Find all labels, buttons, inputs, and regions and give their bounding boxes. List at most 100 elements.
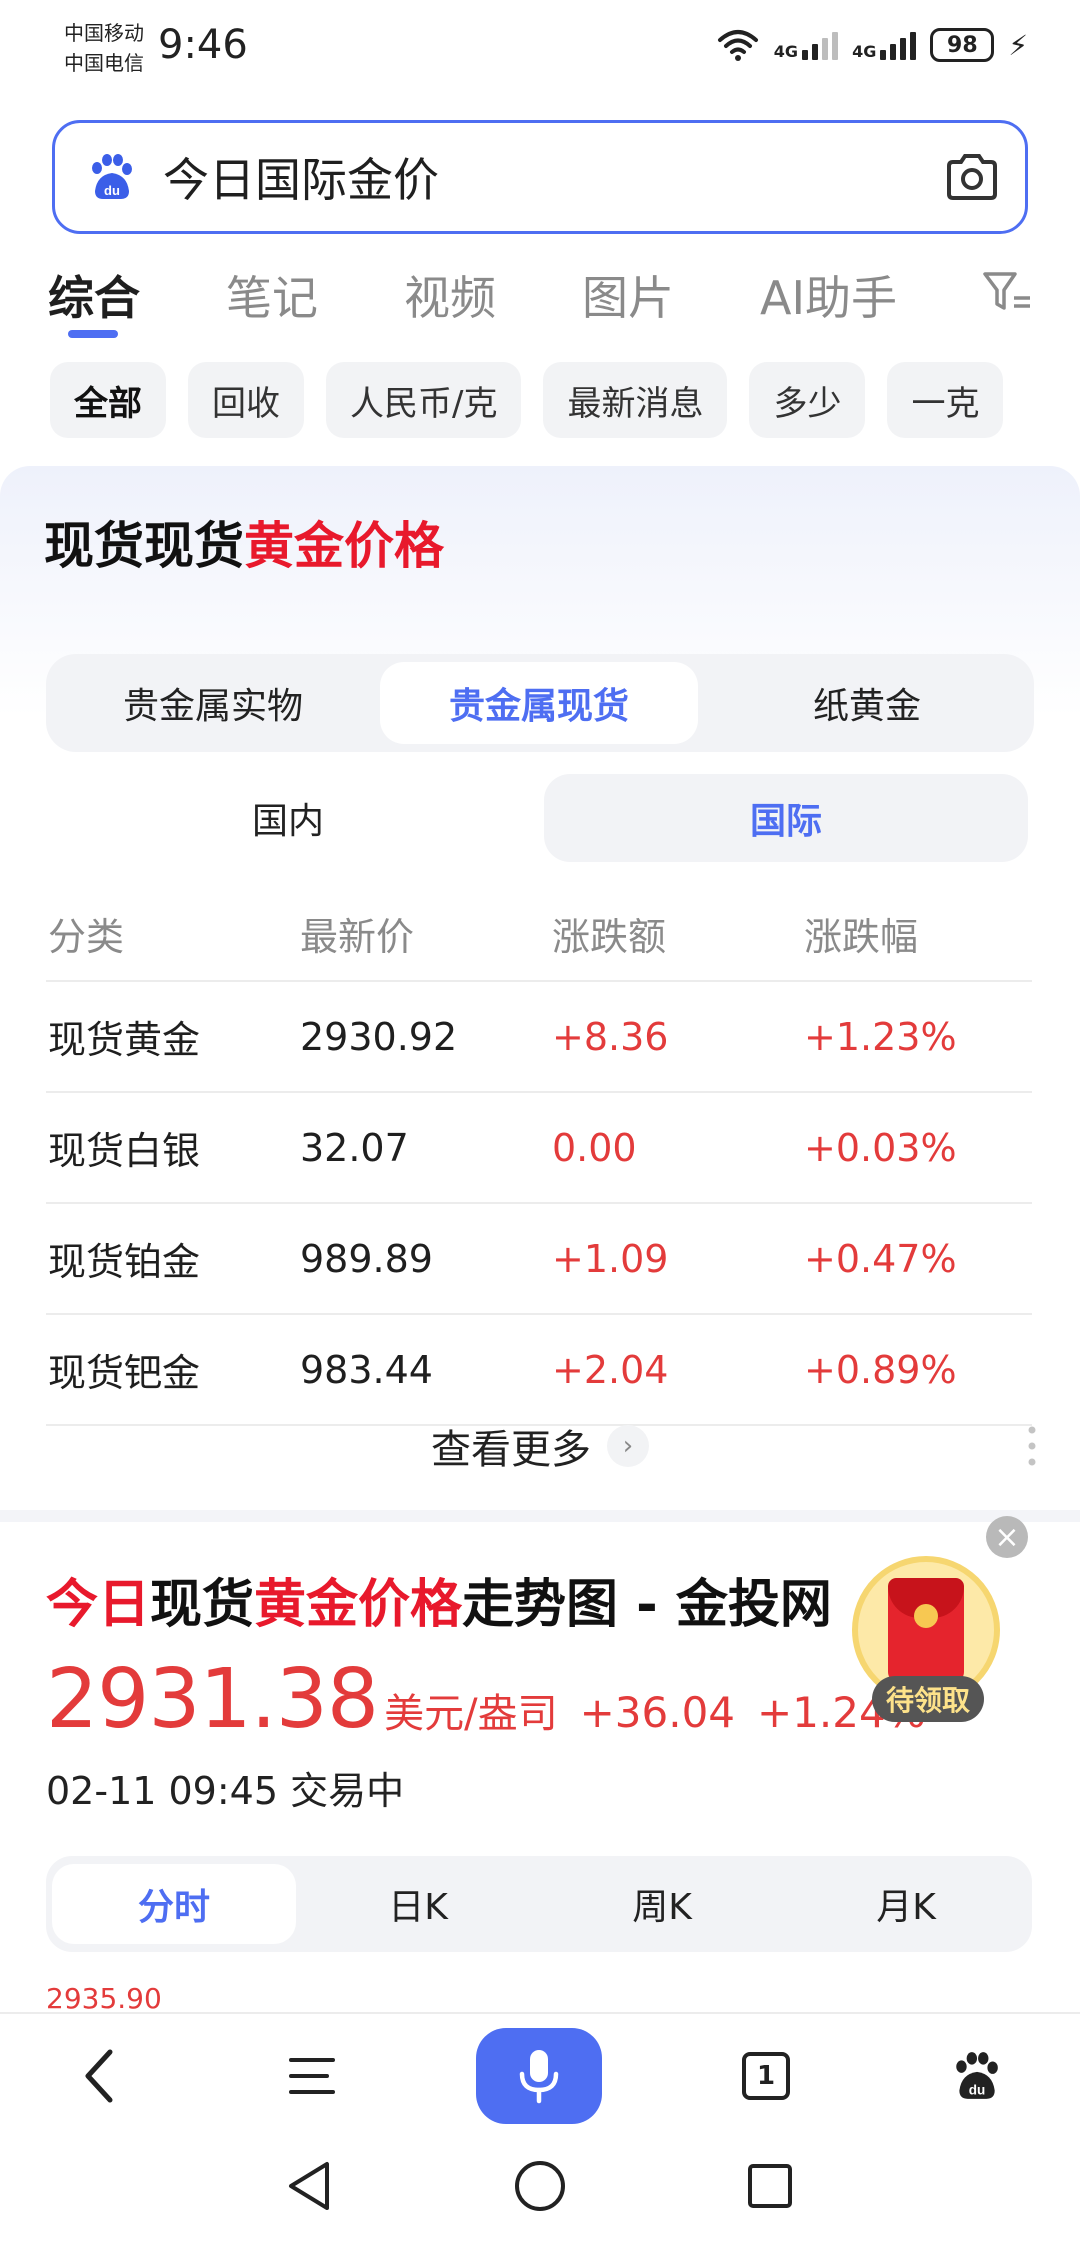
signal-group-2: 4G — [852, 30, 917, 61]
card-title-highlight: 黄金价格 — [244, 517, 444, 575]
region-segment: 国内 国际 — [46, 774, 1028, 862]
tab-count: 1 — [742, 2052, 790, 2100]
carrier-2: 中国电信 — [64, 51, 144, 75]
chip-全部[interactable]: 全部 — [50, 362, 166, 438]
result-title-link[interactable]: 今日现货黄金价格走势图 - 金投网 — [46, 1562, 832, 1637]
row-change: +2.04 — [552, 1347, 669, 1392]
chart-tab-monthly[interactable]: 月K — [784, 1864, 1028, 1944]
chart-tab-daily[interactable]: 日K — [296, 1864, 540, 1944]
row-change: +1.09 — [552, 1236, 669, 1281]
search-box[interactable]: du 今日国际金价 — [52, 120, 1028, 234]
circle-home-icon — [515, 2161, 565, 2211]
chart-tab-weekly[interactable]: 周K — [540, 1864, 784, 1944]
chart-max-label: 2935.90 — [46, 1982, 162, 2015]
segment-physical[interactable]: 贵金属实物 — [54, 662, 372, 744]
network-label-1: 4G — [773, 42, 799, 61]
carrier-labels: 中国移动 中国电信 — [64, 18, 144, 78]
signal-bars-2-icon — [880, 30, 917, 60]
system-home-button[interactable] — [510, 2156, 570, 2216]
gold-price-card: 现货现货黄金价格 贵金属实物 贵金属现货 纸黄金 国内 国际 分类 最新价 涨跌… — [0, 466, 1080, 1512]
tab-ai-assistant[interactable]: AI助手 — [760, 262, 897, 328]
title-seg-1: 今日 — [46, 1575, 151, 1635]
tab-综合[interactable]: 综合 — [48, 262, 140, 328]
table-row[interactable]: 现货白银 32.07 0.00 +0.03% — [46, 1093, 1032, 1204]
baidu-home-button[interactable]: du — [936, 2036, 1016, 2116]
menu-icon — [289, 2058, 335, 2094]
title-seg-3: 黄金价格 — [254, 1575, 463, 1635]
system-recents-button[interactable] — [740, 2156, 800, 2216]
header-change-pct: 涨跌幅 — [804, 914, 919, 959]
system-navigation — [0, 2132, 1080, 2244]
card-title-prefix: 现货现货 — [44, 517, 244, 575]
chip-回收[interactable]: 回收 — [188, 362, 304, 438]
chip-人民币每克[interactable]: 人民币/克 — [326, 362, 522, 438]
row-price: 32.07 — [300, 1125, 409, 1170]
price-change: +36.04 — [579, 1688, 736, 1737]
row-change-pct: +0.47% — [804, 1236, 957, 1281]
back-button[interactable] — [60, 2036, 140, 2116]
red-packet-label: 待领取 — [872, 1676, 984, 1722]
segment-spot[interactable]: 贵金属现货 — [380, 662, 698, 744]
trade-status: 02-11 09:45 交易中 — [46, 1769, 405, 1813]
section-divider — [0, 1510, 1080, 1522]
row-change: +8.36 — [552, 1014, 669, 1059]
view-more-button[interactable]: 查看更多 › — [0, 1416, 1080, 1476]
close-icon[interactable]: × — [986, 1516, 1028, 1558]
table-row[interactable]: 现货钯金 983.44 +2.04 +0.89% — [46, 1315, 1032, 1426]
status-bar: 中国移动 中国电信 9:46 4G 4G 98 ⚡ — [0, 0, 1080, 110]
price-summary: 2931.38 美元/盎司 +36.04 +1.24% — [46, 1652, 926, 1747]
bottom-navigation: 1 du — [0, 2012, 1080, 2132]
camera-icon[interactable] — [945, 152, 999, 202]
chart-period-segment: 分时 日K 周K 月K — [46, 1856, 1032, 1952]
segment-paper-gold[interactable]: 纸黄金 — [708, 662, 1026, 744]
system-back-button[interactable] — [280, 2156, 340, 2216]
filter-icon[interactable] — [982, 270, 1032, 314]
header-change: 涨跌额 — [552, 914, 667, 959]
tabs-switcher-button[interactable]: 1 — [726, 2036, 806, 2116]
square-recents-icon — [748, 2164, 792, 2208]
network-label-2: 4G — [852, 42, 877, 61]
region-domestic[interactable]: 国内 — [46, 774, 530, 862]
voice-search-button[interactable] — [476, 2028, 602, 2124]
title-seg-4: 走势图 - 金投网 — [462, 1575, 832, 1635]
signal-bars-1-icon — [802, 30, 839, 60]
baidu-paw-icon: du — [92, 154, 132, 199]
red-envelope-seal — [914, 1604, 938, 1628]
battery-indicator: 98 — [930, 28, 995, 62]
more-options-icon[interactable] — [1028, 1426, 1036, 1466]
table-row[interactable]: 现货铂金 989.89 +1.09 +0.47% — [46, 1204, 1032, 1315]
tab-笔记[interactable]: 笔记 — [226, 262, 318, 328]
charging-icon: ⚡ — [1008, 28, 1028, 62]
wifi-icon — [717, 30, 758, 61]
svg-text:du: du — [969, 2083, 986, 2098]
price-table: 分类 最新价 涨跌额 涨跌幅 现货黄金 2930.92 +8.36 +1.23%… — [46, 886, 1032, 1426]
menu-button[interactable] — [272, 2036, 352, 2116]
microphone-icon — [519, 2050, 559, 2104]
chip-多少[interactable]: 多少 — [749, 362, 866, 438]
row-price: 983.44 — [300, 1347, 433, 1392]
tab-视频[interactable]: 视频 — [404, 262, 496, 328]
row-price: 2930.92 — [300, 1014, 458, 1059]
row-change-pct: +1.23% — [804, 1014, 957, 1059]
baidu-paw-icon: du — [956, 2052, 998, 2099]
card-title: 现货现货黄金价格 — [44, 506, 444, 578]
header-latest-price: 最新价 — [300, 914, 415, 959]
search-input[interactable]: 今日国际金价 — [163, 144, 945, 210]
filter-chips: 全部 回收 人民币/克 最新消息 多少 一克 — [50, 362, 1004, 438]
red-packet-widget[interactable]: 待领取 — [852, 1556, 1000, 1726]
tab-图片[interactable]: 图片 — [582, 262, 674, 328]
row-change: 0.00 — [552, 1125, 637, 1170]
metal-type-segment: 贵金属实物 贵金属现货 纸黄金 — [46, 654, 1034, 752]
row-name: 现货铂金 — [48, 1240, 201, 1284]
table-row[interactable]: 现货黄金 2930.92 +8.36 +1.23% — [46, 982, 1032, 1093]
chip-一克[interactable]: 一克 — [887, 362, 1004, 438]
region-international[interactable]: 国际 — [544, 774, 1028, 862]
signal-group-1: 4G — [773, 30, 839, 61]
chart-tab-intraday[interactable]: 分时 — [52, 1864, 296, 1944]
active-tab-indicator — [68, 330, 118, 338]
title-seg-2: 现货 — [150, 1575, 255, 1635]
row-change-pct: +0.89% — [804, 1347, 957, 1392]
chip-最新消息[interactable]: 最新消息 — [543, 362, 728, 438]
header-category: 分类 — [48, 914, 125, 959]
row-change-pct: +0.03% — [804, 1125, 957, 1170]
